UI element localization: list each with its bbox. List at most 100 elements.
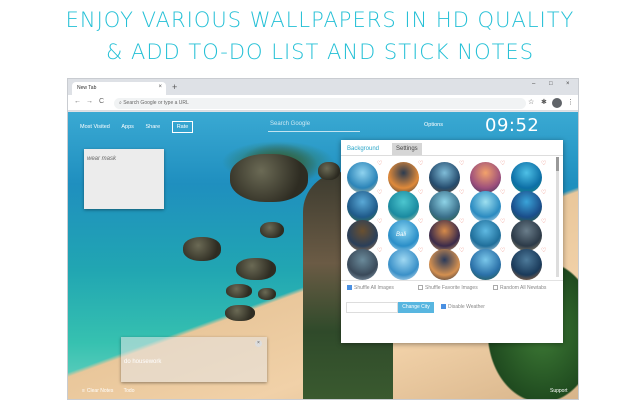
favorite-heart-icon[interactable]: ♡ <box>541 190 546 196</box>
wallpaper-thumbnail[interactable] <box>429 249 460 280</box>
favorite-heart-icon[interactable]: ♡ <box>459 248 464 254</box>
address-placeholder: Search Google or type a URL <box>123 100 189 106</box>
favorite-heart-icon[interactable]: ♡ <box>500 219 505 225</box>
new-tab-button[interactable]: + <box>172 82 177 92</box>
wallpaper-thumbnail[interactable] <box>470 249 501 280</box>
support-link[interactable]: Support <box>550 388 568 394</box>
wallpaper-thumbnail[interactable] <box>388 191 419 222</box>
wallpaper-thumbnail[interactable] <box>388 162 419 193</box>
options-link[interactable]: Options <box>424 122 443 128</box>
wallpaper-thumbnail[interactable] <box>470 191 501 222</box>
avatar[interactable] <box>552 98 562 108</box>
favorite-heart-icon[interactable]: ♡ <box>377 161 382 167</box>
city-input[interactable] <box>346 302 398 313</box>
clear-notes-button[interactable]: Clear Notes <box>87 388 113 394</box>
rock-decor <box>226 284 252 298</box>
extensions-icon[interactable]: ✱ <box>541 98 547 106</box>
forward-icon[interactable]: → <box>86 98 93 105</box>
background-panel: Background Settings ♡ ♡ ♡ ♡ ♡ ♡ ♡ ♡ ♡ ♡ ♡ Bali ♡ ♡ ♡ ♡ ♡… <box>341 140 563 343</box>
favorite-heart-icon[interactable]: ♡ <box>541 161 546 167</box>
screenshot-root: { "headline": { "line1": "ENJOY VARIOUS … <box>0 0 640 400</box>
close-tab-icon[interactable]: × <box>158 84 162 90</box>
rock-decor <box>236 258 276 280</box>
favorite-heart-icon[interactable]: ♡ <box>459 219 464 225</box>
sticky-note-text[interactable]: wear mask <box>87 156 116 162</box>
checkbox-icon <box>418 285 423 290</box>
wallpaper-thumbnail[interactable] <box>470 220 501 251</box>
wallpaper-thumbnail[interactable]: Bali <box>388 220 419 251</box>
panel-scrollbar[interactable] <box>556 157 559 277</box>
favorite-heart-icon[interactable]: ♡ <box>541 248 546 254</box>
tab-settings[interactable]: Settings <box>392 143 422 155</box>
wallpaper-thumbnail[interactable] <box>429 220 460 251</box>
disable-weather-label: Disable Weather <box>448 304 485 310</box>
share-link[interactable]: Share <box>145 124 160 130</box>
favorite-heart-icon[interactable]: ♡ <box>418 190 423 196</box>
search-google-input[interactable]: Search Google <box>268 121 360 132</box>
wallpaper-thumbnail[interactable] <box>429 191 460 222</box>
close-note-icon[interactable]: × <box>255 340 262 347</box>
checkbox-checked-icon <box>347 285 352 290</box>
close-window-icon[interactable]: × <box>566 81 570 87</box>
sticky-note[interactable]: wear mask <box>84 149 164 209</box>
tab-new-tab[interactable]: New Tab × <box>72 82 166 95</box>
rate-button[interactable]: Rate <box>171 121 194 133</box>
rock-decor <box>183 237 221 261</box>
star-icon[interactable]: ☆ <box>528 98 534 106</box>
favorite-heart-icon[interactable]: ♡ <box>377 248 382 254</box>
disable-weather-checkbox[interactable]: Disable Weather <box>441 304 485 310</box>
todo-item-text[interactable]: do housework <box>124 359 161 365</box>
todo-note[interactable]: × do housework <box>121 337 267 382</box>
favorite-heart-icon[interactable]: ♡ <box>418 161 423 167</box>
shuffle-favorite-checkbox[interactable]: Shuffle Favorite Images <box>418 285 478 291</box>
favorite-heart-icon[interactable]: ♡ <box>500 190 505 196</box>
shuffle-favorite-label: Shuffle Favorite Images <box>425 285 478 291</box>
favorite-heart-icon[interactable]: ♡ <box>459 190 464 196</box>
most-visited-link[interactable]: Most Visited <box>80 124 110 130</box>
checkbox-icon <box>493 285 498 290</box>
wallpaper-thumbnail[interactable] <box>511 249 542 280</box>
scrollbar-thumb[interactable] <box>556 157 559 171</box>
rock-decor <box>260 222 284 238</box>
favorite-heart-icon[interactable]: ♡ <box>377 190 382 196</box>
todo-button[interactable]: Todo <box>124 388 135 394</box>
favorite-heart-icon[interactable]: ♡ <box>500 161 505 167</box>
back-icon[interactable]: ← <box>74 98 81 105</box>
menu-icon[interactable]: ⋮ <box>567 98 574 106</box>
reload-icon[interactable]: C <box>99 98 104 105</box>
rock-decor <box>230 154 308 202</box>
wallpaper-thumbnail[interactable] <box>347 162 378 193</box>
wallpaper-thumbnail[interactable] <box>511 220 542 251</box>
bottom-bar: ≡ Clear Notes Todo <box>82 388 143 394</box>
new-tab-page: Most Visited Apps Share Rate Search Goog… <box>68 112 578 399</box>
favorite-heart-icon[interactable]: ♡ <box>418 248 423 254</box>
favorite-heart-icon[interactable]: ♡ <box>541 219 546 225</box>
change-city-button[interactable]: Change City <box>398 302 434 313</box>
wallpaper-thumbnail[interactable] <box>347 249 378 280</box>
apps-link[interactable]: Apps <box>121 124 134 130</box>
wallpaper-thumbnail[interactable] <box>511 162 542 193</box>
wallpaper-thumbnail[interactable] <box>511 191 542 222</box>
address-bar[interactable]: ⌕ Search Google or type a URL <box>114 98 526 109</box>
shuffle-all-checkbox[interactable]: Shuffle All Images <box>347 285 394 291</box>
tab-divider <box>341 155 563 156</box>
favorite-heart-icon[interactable]: ♡ <box>418 219 423 225</box>
tab-background[interactable]: Background <box>343 143 383 155</box>
maximize-icon[interactable]: □ <box>549 81 553 87</box>
random-newtabs-label: Random All Newtabs <box>500 285 547 291</box>
favorite-heart-icon[interactable]: ♡ <box>459 161 464 167</box>
wallpaper-thumbnail[interactable] <box>429 162 460 193</box>
rock-decor <box>318 162 340 180</box>
minimize-icon[interactable]: – <box>532 81 535 87</box>
wallpaper-thumbnail[interactable] <box>388 249 419 280</box>
wallpaper-thumbnail[interactable] <box>347 220 378 251</box>
wallpaper-thumbnail[interactable] <box>347 191 378 222</box>
random-newtabs-checkbox[interactable]: Random All Newtabs <box>493 285 546 291</box>
rock-decor <box>225 305 255 321</box>
top-nav: Most Visited Apps Share Rate <box>80 121 203 133</box>
wallpaper-thumbnail[interactable] <box>470 162 501 193</box>
headline-line-1: ENJOY VARIOUS WALLPAPERS IN HD QUALITY <box>65 8 575 32</box>
favorite-heart-icon[interactable]: ♡ <box>500 248 505 254</box>
favorite-heart-icon[interactable]: ♡ <box>377 219 382 225</box>
headline-line-2: & ADD TO-DO LIST AND STICK NOTES <box>105 40 535 64</box>
